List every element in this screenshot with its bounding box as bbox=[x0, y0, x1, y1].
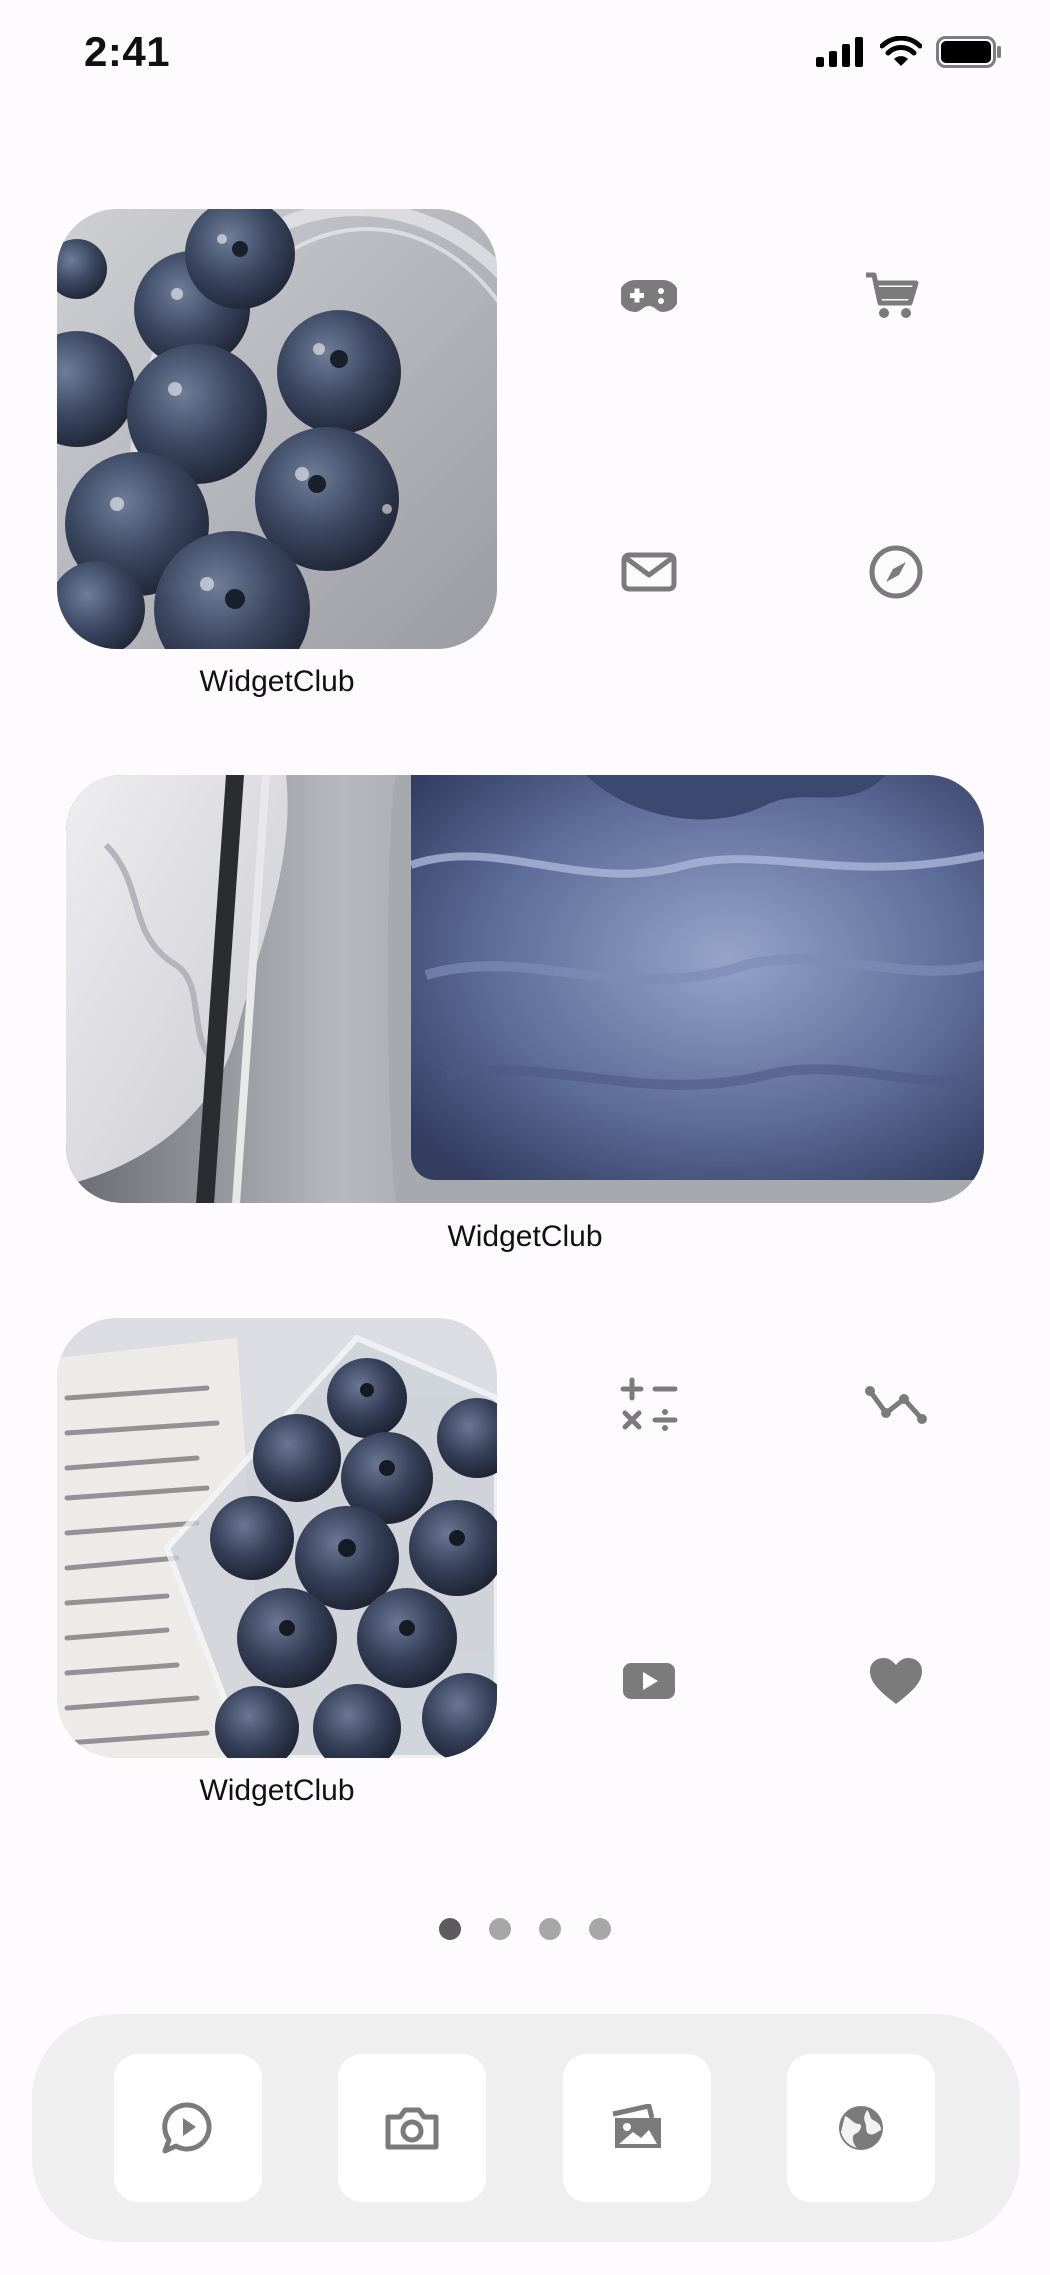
wifi-icon bbox=[880, 36, 922, 66]
blueberry-book-image bbox=[57, 1318, 497, 1758]
widget-label: WidgetClub bbox=[199, 665, 355, 698]
photo-widget-blueberry-icecream[interactable] bbox=[66, 775, 984, 1203]
icecream-image bbox=[66, 775, 984, 1203]
mail-icon[interactable] bbox=[609, 532, 689, 612]
cart-icon[interactable] bbox=[852, 256, 932, 336]
widget-label: WidgetClub bbox=[447, 1220, 603, 1253]
signal-icon bbox=[816, 37, 863, 67]
page-dot[interactable] bbox=[539, 1918, 561, 1940]
status-icons bbox=[816, 36, 1002, 68]
camera-icon bbox=[385, 2107, 439, 2150]
widget-label: WidgetClub bbox=[199, 1774, 355, 1807]
page-dot[interactable] bbox=[589, 1918, 611, 1940]
graph-icon[interactable] bbox=[856, 1365, 936, 1445]
photos-icon bbox=[612, 2104, 661, 2148]
gamepad-icon[interactable] bbox=[609, 256, 689, 336]
message-icon bbox=[162, 2102, 212, 2154]
page-dot[interactable] bbox=[489, 1918, 511, 1940]
battery-icon bbox=[936, 36, 1001, 68]
youtube-icon[interactable] bbox=[609, 1641, 689, 1721]
photo-widget-blueberries-glass[interactable] bbox=[57, 209, 497, 649]
heart-icon[interactable] bbox=[856, 1641, 936, 1721]
status-time: 2:41 bbox=[84, 28, 171, 75]
dock bbox=[32, 2014, 1020, 2242]
dock-browser-app[interactable] bbox=[787, 2054, 935, 2202]
dock-camera-app[interactable] bbox=[338, 2054, 486, 2202]
blueberry-glass-image bbox=[57, 209, 497, 649]
compass-icon[interactable] bbox=[856, 532, 936, 612]
dock-message-app[interactable] bbox=[114, 2054, 262, 2202]
globe-icon bbox=[839, 2106, 883, 2150]
calculator-icon[interactable] bbox=[609, 1365, 689, 1445]
page-indicator[interactable] bbox=[0, 1918, 1050, 1940]
dock-photos-app[interactable] bbox=[563, 2054, 711, 2202]
photo-widget-blueberries-book[interactable] bbox=[57, 1318, 497, 1758]
page-dot-active[interactable] bbox=[439, 1918, 461, 1940]
